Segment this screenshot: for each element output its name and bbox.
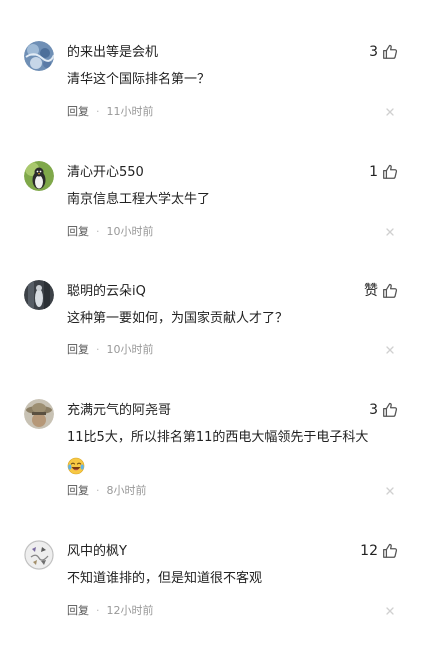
like-count: 3 — [369, 402, 378, 418]
comment-list: 的来出等是会机 3 清华这个国际排名第一？ 回复 · 11小时前 清心开心550… — [0, 0, 422, 640]
username[interactable]: 充满元气的阿尧哥 — [67, 402, 171, 420]
comment-text: 这种第一要如何，为国家贡献人才了？ — [67, 311, 289, 326]
thumbs-up-icon — [383, 283, 398, 298]
close-button[interactable] — [384, 485, 396, 497]
sketch-avatar-icon — [24, 540, 54, 570]
avatar[interactable] — [24, 540, 54, 570]
separator-dot: · — [96, 603, 100, 617]
comment-text: 不知道谁排的，但是知道很不客观 — [67, 571, 263, 586]
thumbs-up-icon — [383, 402, 398, 417]
comment-text: 南京信息工程大学太牛了 — [67, 192, 211, 207]
timestamp: 11小时前 — [106, 105, 154, 118]
reply-button[interactable]: 回复 — [67, 482, 89, 498]
username[interactable]: 清心开心550 — [67, 164, 144, 182]
timestamp: 10小时前 — [106, 225, 154, 238]
comment-item: 风中的枫Y 12 不知道谁排的，但是知道很不客观 回复 · 12小时前 — [0, 540, 422, 660]
reply-button[interactable]: 回复 — [67, 103, 89, 119]
laughing-crying-emoji-icon — [67, 457, 85, 475]
blue-pattern-avatar-icon — [24, 41, 54, 71]
separator-dot: · — [96, 342, 100, 356]
like-button[interactable]: 赞 — [364, 280, 399, 302]
separator-dot: · — [96, 483, 100, 497]
comment-text: 11比5大，所以排名第11的西电大幅领先于电子科大 — [67, 430, 369, 445]
figure-avatar-icon — [24, 280, 54, 310]
thumbs-up-icon — [383, 44, 398, 59]
avatar[interactable] — [24, 161, 54, 191]
hat-avatar-icon — [24, 399, 54, 429]
close-button[interactable] — [384, 106, 396, 118]
separator-dot: · — [96, 104, 100, 118]
comment-actions: 回复 · 11小时前 — [67, 102, 154, 120]
close-icon — [386, 607, 394, 615]
close-icon — [386, 108, 394, 116]
like-count: 3 — [369, 44, 378, 60]
comment-item: 聪明的云朵iQ 赞 这种第一要如何，为国家贡献人才了？ 回复 · 10小时前 — [0, 280, 422, 400]
penguin-avatar-icon — [24, 161, 54, 191]
thumbs-up-icon — [383, 164, 398, 179]
like-count: 赞 — [364, 283, 378, 299]
comment-actions: 回复 · 10小时前 — [67, 222, 154, 240]
comment-item: 充满元气的阿尧哥 3 11比5大，所以排名第11的西电大幅领先于电子科大 回复 … — [0, 399, 422, 519]
avatar[interactable] — [24, 280, 54, 310]
thumbs-up-icon — [383, 543, 398, 558]
reply-button[interactable]: 回复 — [67, 602, 89, 618]
timestamp: 10小时前 — [106, 343, 154, 356]
comment-actions: 回复 · 12小时前 — [67, 601, 154, 619]
like-button[interactable]: 3 — [369, 399, 399, 421]
reply-button[interactable]: 回复 — [67, 341, 89, 357]
like-button[interactable]: 3 — [369, 41, 399, 63]
comment-item: 的来出等是会机 3 清华这个国际排名第一？ 回复 · 11小时前 — [0, 41, 422, 161]
timestamp: 12小时前 — [106, 604, 154, 617]
username[interactable]: 风中的枫Y — [67, 543, 127, 561]
like-count: 12 — [360, 543, 378, 559]
close-button[interactable] — [384, 226, 396, 238]
comment-text: 清华这个国际排名第一？ — [67, 72, 211, 87]
like-count: 1 — [369, 164, 378, 180]
comment-actions: 回复 · 8小时前 — [67, 481, 147, 499]
avatar[interactable] — [24, 399, 54, 429]
username[interactable]: 的来出等是会机 — [67, 44, 158, 62]
avatar[interactable] — [24, 41, 54, 71]
close-button[interactable] — [384, 605, 396, 617]
close-icon — [386, 487, 394, 495]
comment-actions: 回复 · 10小时前 — [67, 340, 154, 358]
username[interactable]: 聪明的云朵iQ — [67, 283, 146, 301]
comment-item: 清心开心550 1 南京信息工程大学太牛了 回复 · 10小时前 — [0, 161, 422, 281]
emoji — [67, 457, 85, 475]
reply-button[interactable]: 回复 — [67, 223, 89, 239]
timestamp: 8小时前 — [106, 484, 147, 497]
like-button[interactable]: 12 — [360, 540, 399, 562]
like-button[interactable]: 1 — [369, 161, 399, 183]
close-button[interactable] — [384, 344, 396, 356]
separator-dot: · — [96, 224, 100, 238]
close-icon — [386, 346, 394, 354]
close-icon — [386, 228, 394, 236]
